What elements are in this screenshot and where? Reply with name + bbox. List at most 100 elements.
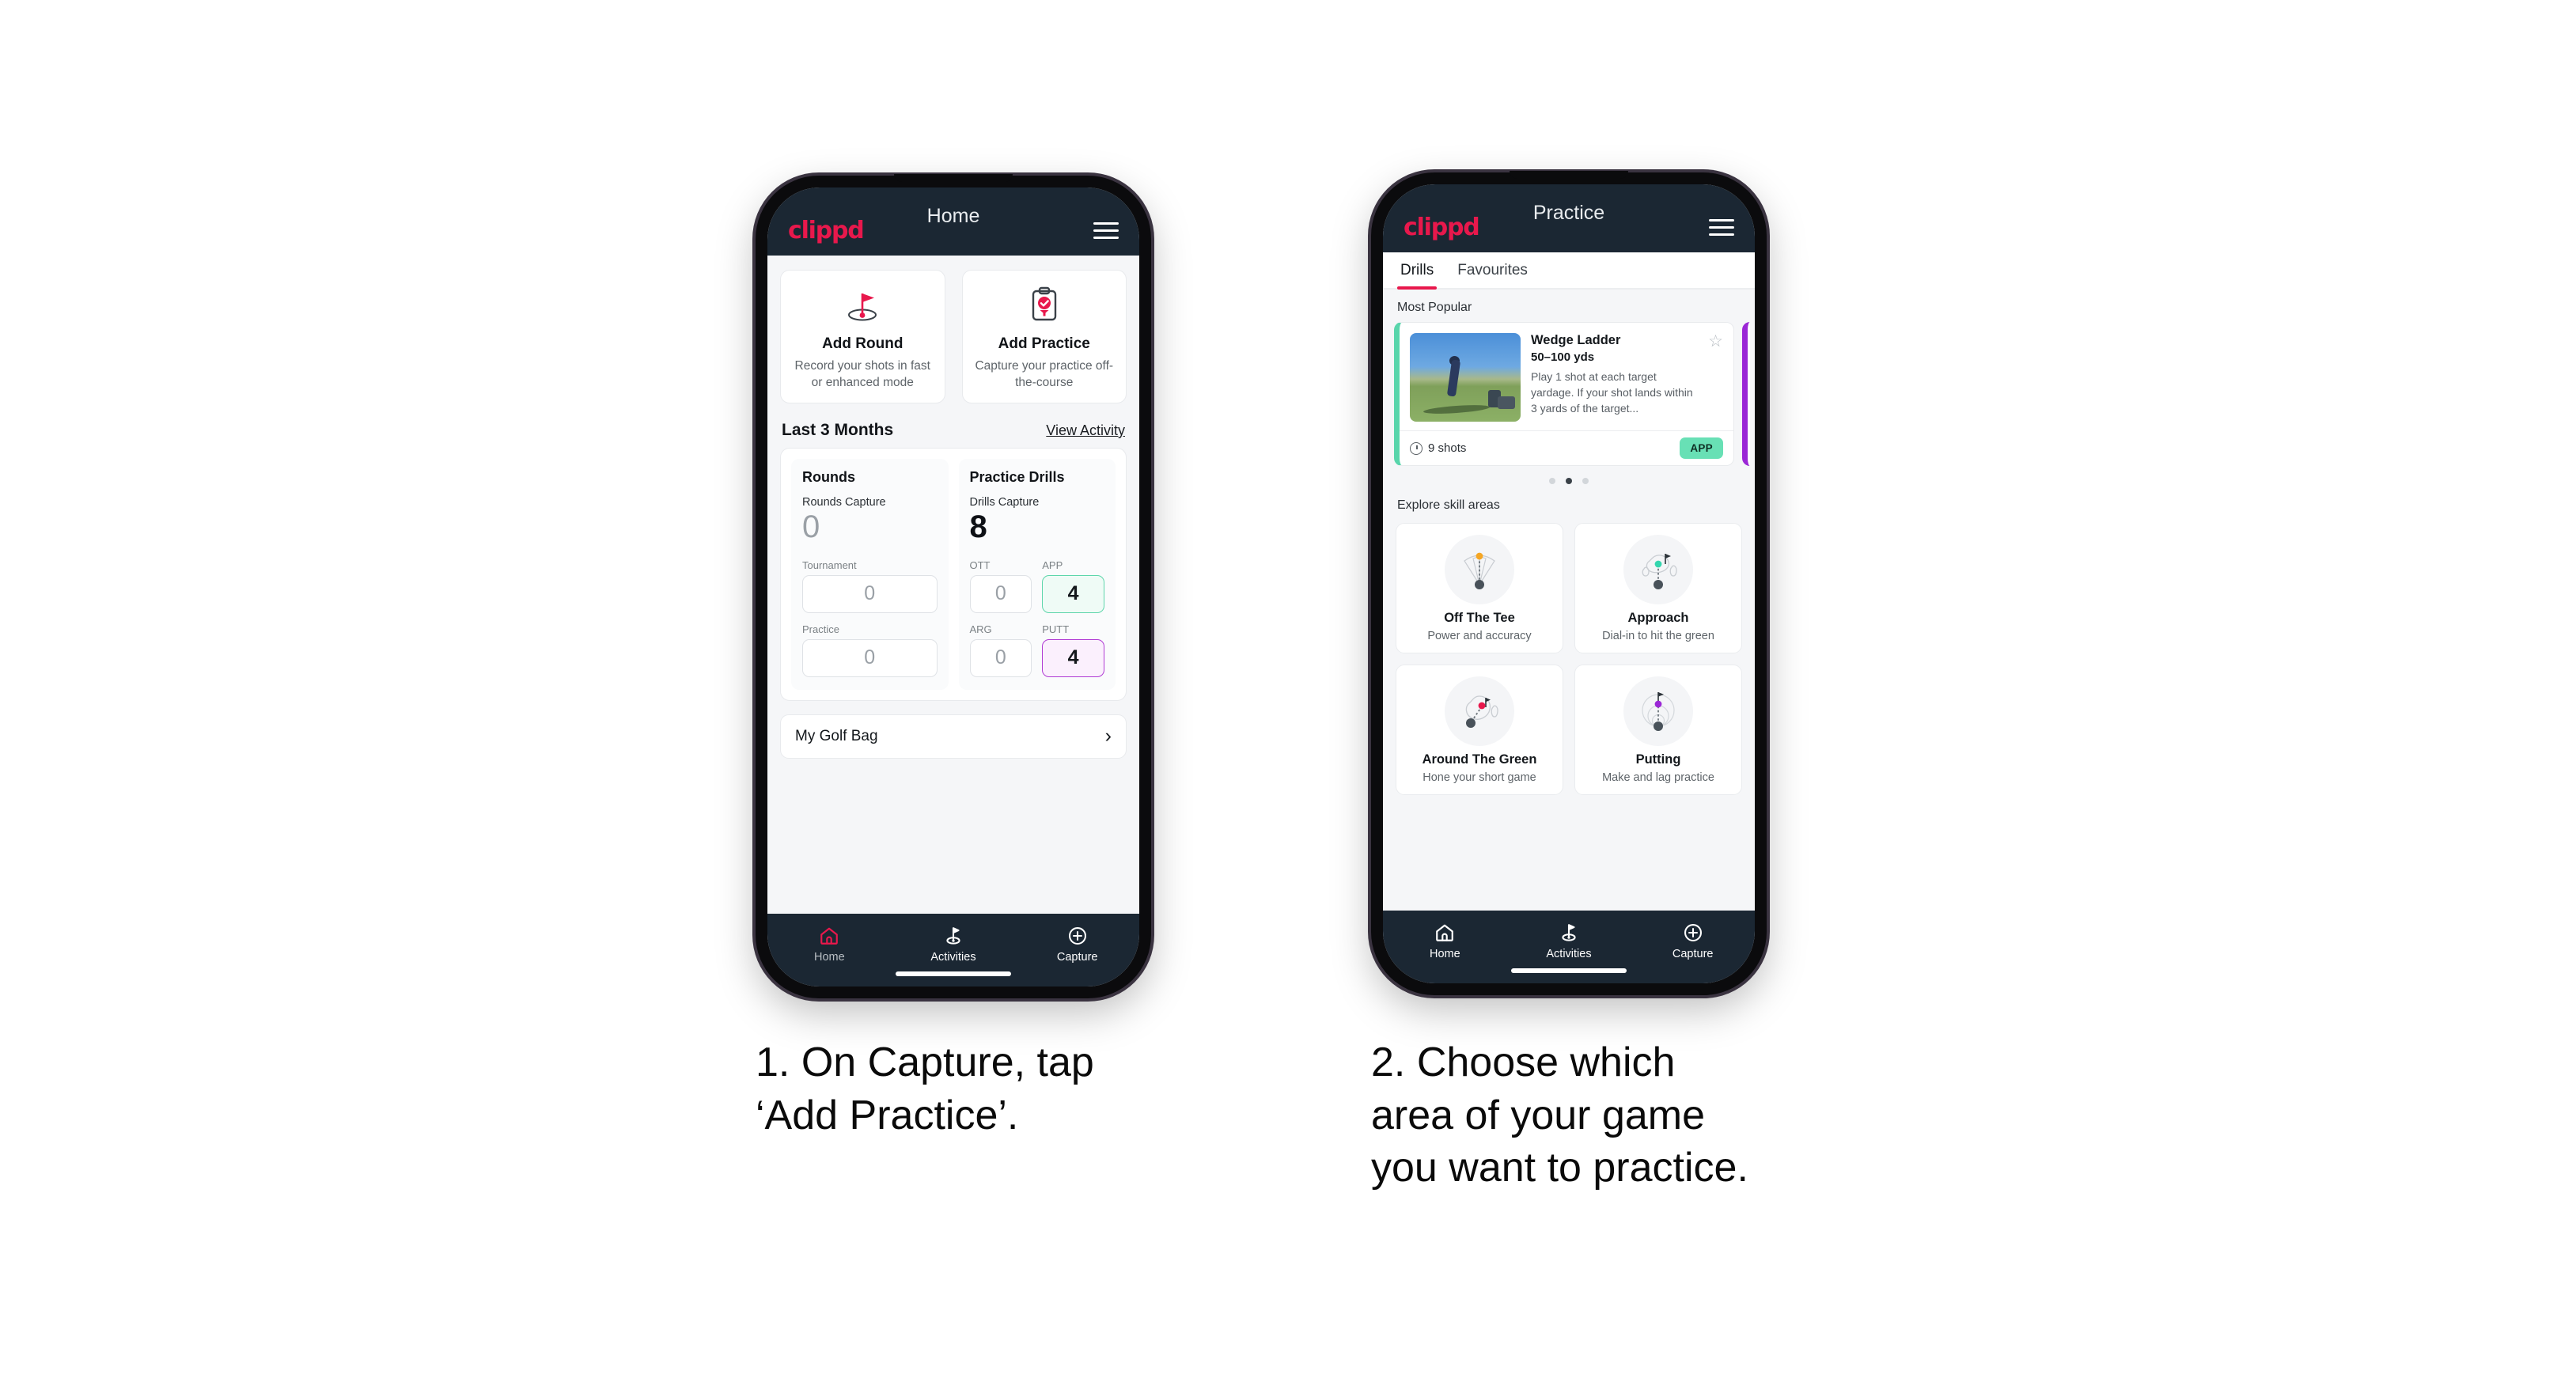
add-practice-subtitle: Capture your practice off-the-course	[975, 359, 1114, 389]
view-activity-link[interactable]: View Activity	[1046, 422, 1125, 439]
rounds-capture-label: Rounds Capture	[802, 495, 886, 509]
caption-step-1: 1. On Capture, tap ‘Add Practice’.	[756, 1040, 1094, 1138]
metric-putt-value[interactable]: 4	[1042, 638, 1104, 677]
metric-tournament-label: Tournament	[802, 559, 857, 571]
practice-drills-column: Practice Drills Drills Capture 8 OTT 0 A…	[958, 458, 1116, 690]
drill-shots: 9 shots	[1410, 441, 1466, 455]
quick-actions-row: Add Round Record your shots in fast or e…	[767, 256, 1139, 403]
add-round-title: Add Round	[822, 335, 903, 352]
skill-card-around-the-green[interactable]: Around The Green Hone your short game	[1396, 665, 1563, 795]
my-golf-bag-row[interactable]: My Golf Bag ›	[780, 714, 1127, 759]
practice-scroll-area: Most Popular ☆ Wedge Ladder 50–100 yds P…	[1383, 290, 1755, 911]
add-round-subtitle: Record your shots in fast or enhanced mo…	[794, 359, 930, 389]
home-icon	[1383, 922, 1507, 944]
phone-notch	[1510, 171, 1628, 179]
metric-tournament: Tournament 0	[802, 559, 938, 613]
skill-card-putting[interactable]: Putting Make and lag practice	[1574, 665, 1742, 795]
caption-step-2: 2. Choose which area of your game you wa…	[1371, 1040, 1748, 1191]
metric-ott-value[interactable]: 0	[969, 574, 1032, 613]
nav-item-home[interactable]: Home	[767, 925, 892, 964]
add-practice-card[interactable]: Add Practice Capture your practice off-t…	[961, 270, 1127, 403]
nav-capture-label: Capture	[1056, 951, 1098, 964]
tee-fan-icon	[1445, 535, 1514, 604]
home-indicator	[896, 971, 1011, 976]
drill-thumbnail	[1410, 333, 1521, 422]
home-scroll-area: Add Round Record your shots in fast or e…	[767, 256, 1139, 914]
skill-subtitle: Make and lag practice	[1602, 771, 1714, 784]
nav-capture-label: Capture	[1672, 948, 1714, 960]
phone2-screen: clippd Practice Drills Favourites Most P…	[1383, 184, 1755, 983]
stats-card: Rounds Rounds Capture 0 Tournament 0 Pra…	[780, 447, 1127, 701]
most-popular-label: Most Popular	[1397, 301, 1472, 314]
metric-practice: Practice 0	[802, 623, 938, 677]
drill-card-next-peek[interactable]	[1742, 322, 1750, 466]
drills-capture-label: Drills Capture	[969, 495, 1040, 509]
home-icon	[767, 925, 892, 947]
skill-subtitle: Hone your short game	[1422, 771, 1536, 784]
skill-card-approach[interactable]: Approach Dial-in to hit the green	[1574, 523, 1742, 653]
bottom-nav: Home Activities Capture	[767, 914, 1139, 986]
metric-app: APP 4	[1042, 559, 1104, 613]
metric-arg-label: ARG	[969, 623, 992, 635]
drill-card-wedge-ladder[interactable]: ☆ Wedge Ladder 50–100 yds Play 1 shot at…	[1394, 322, 1734, 466]
drill-category-badge: APP	[1680, 437, 1723, 459]
drill-shots-label: 9 shots	[1428, 441, 1467, 455]
golf-flag-icon	[789, 283, 937, 328]
nav-activities-label: Activities	[930, 951, 976, 964]
carousel-dots	[1383, 466, 1755, 487]
phone-notch	[894, 174, 1013, 182]
chip-green-icon	[1445, 676, 1514, 746]
drills-capture-value: 8	[969, 509, 987, 544]
carousel-dot-3[interactable]	[1582, 478, 1589, 484]
skill-title: Putting	[1635, 752, 1681, 767]
skill-subtitle: Power and accuracy	[1427, 630, 1532, 642]
drill-card-body: ☆ Wedge Ladder 50–100 yds Play 1 shot at…	[1400, 323, 1733, 430]
star-outline-icon[interactable]: ☆	[1708, 333, 1723, 350]
clippd-logo: clippd	[1404, 213, 1480, 241]
hamburger-icon[interactable]	[1093, 222, 1119, 239]
metric-practice-value[interactable]: 0	[802, 638, 938, 677]
home-indicator	[1511, 968, 1627, 973]
golf-activity-icon	[892, 925, 1016, 947]
clippd-logo: clippd	[788, 216, 865, 244]
clipboard-check-icon	[971, 283, 1119, 328]
hamburger-icon[interactable]	[1709, 218, 1734, 236]
metric-arg: ARG 0	[969, 623, 1032, 677]
drill-yardage: 50–100 yds	[1531, 350, 1595, 364]
add-round-card[interactable]: Add Round Record your shots in fast or e…	[780, 270, 945, 403]
drill-card-footer: 9 shots APP	[1400, 430, 1733, 465]
green-approach-icon	[1623, 535, 1693, 604]
skill-areas-grid: Off The Tee Power and accuracy Approach …	[1383, 520, 1755, 795]
plus-circle-icon	[1631, 922, 1755, 944]
page-root: clippd Home Add Round Record your shots …	[0, 0, 2576, 1386]
metric-ott: OTT 0	[969, 559, 1032, 613]
drills-carousel[interactable]: ☆ Wedge Ladder 50–100 yds Play 1 shot at…	[1383, 322, 1755, 466]
metric-tournament-value[interactable]: 0	[802, 574, 938, 613]
nav-item-activities[interactable]: Activities	[892, 925, 1016, 964]
tab-drills[interactable]: Drills	[1396, 262, 1438, 290]
nav-item-home[interactable]: Home	[1383, 922, 1507, 960]
nav-item-capture[interactable]: Capture	[1631, 922, 1755, 960]
carousel-dot-2[interactable]	[1566, 478, 1572, 484]
metric-arg-value[interactable]: 0	[969, 638, 1032, 677]
carousel-dot-1[interactable]	[1549, 478, 1555, 484]
add-practice-title: Add Practice	[998, 335, 1090, 352]
practice-drills-title: Practice Drills	[969, 468, 1065, 485]
tab-favourites[interactable]: Favourites	[1457, 262, 1528, 288]
nav-item-capture[interactable]: Capture	[1015, 925, 1139, 964]
last-3-months-title: Last 3 Months	[782, 420, 894, 439]
phone1-screen: clippd Home Add Round Record your shots …	[767, 187, 1139, 986]
skill-title: Around The Green	[1422, 752, 1537, 767]
rounds-title: Rounds	[802, 468, 855, 485]
bottom-nav: Home Activities Capture	[1383, 911, 1755, 983]
phone-mockup-practice: clippd Practice Drills Favourites Most P…	[1371, 171, 1767, 995]
skill-card-off-the-tee[interactable]: Off The Tee Power and accuracy	[1396, 523, 1563, 653]
tab-bar: Drills Favourites	[1383, 252, 1755, 290]
metric-app-value[interactable]: 4	[1042, 574, 1104, 613]
chevron-right-icon: ›	[1104, 725, 1112, 748]
section-header: Last 3 Months View Activity	[767, 403, 1139, 448]
nav-home-label: Home	[1429, 948, 1460, 960]
metric-app-label: APP	[1042, 559, 1063, 571]
nav-item-activities[interactable]: Activities	[1507, 922, 1631, 960]
nav-home-label: Home	[813, 951, 845, 964]
